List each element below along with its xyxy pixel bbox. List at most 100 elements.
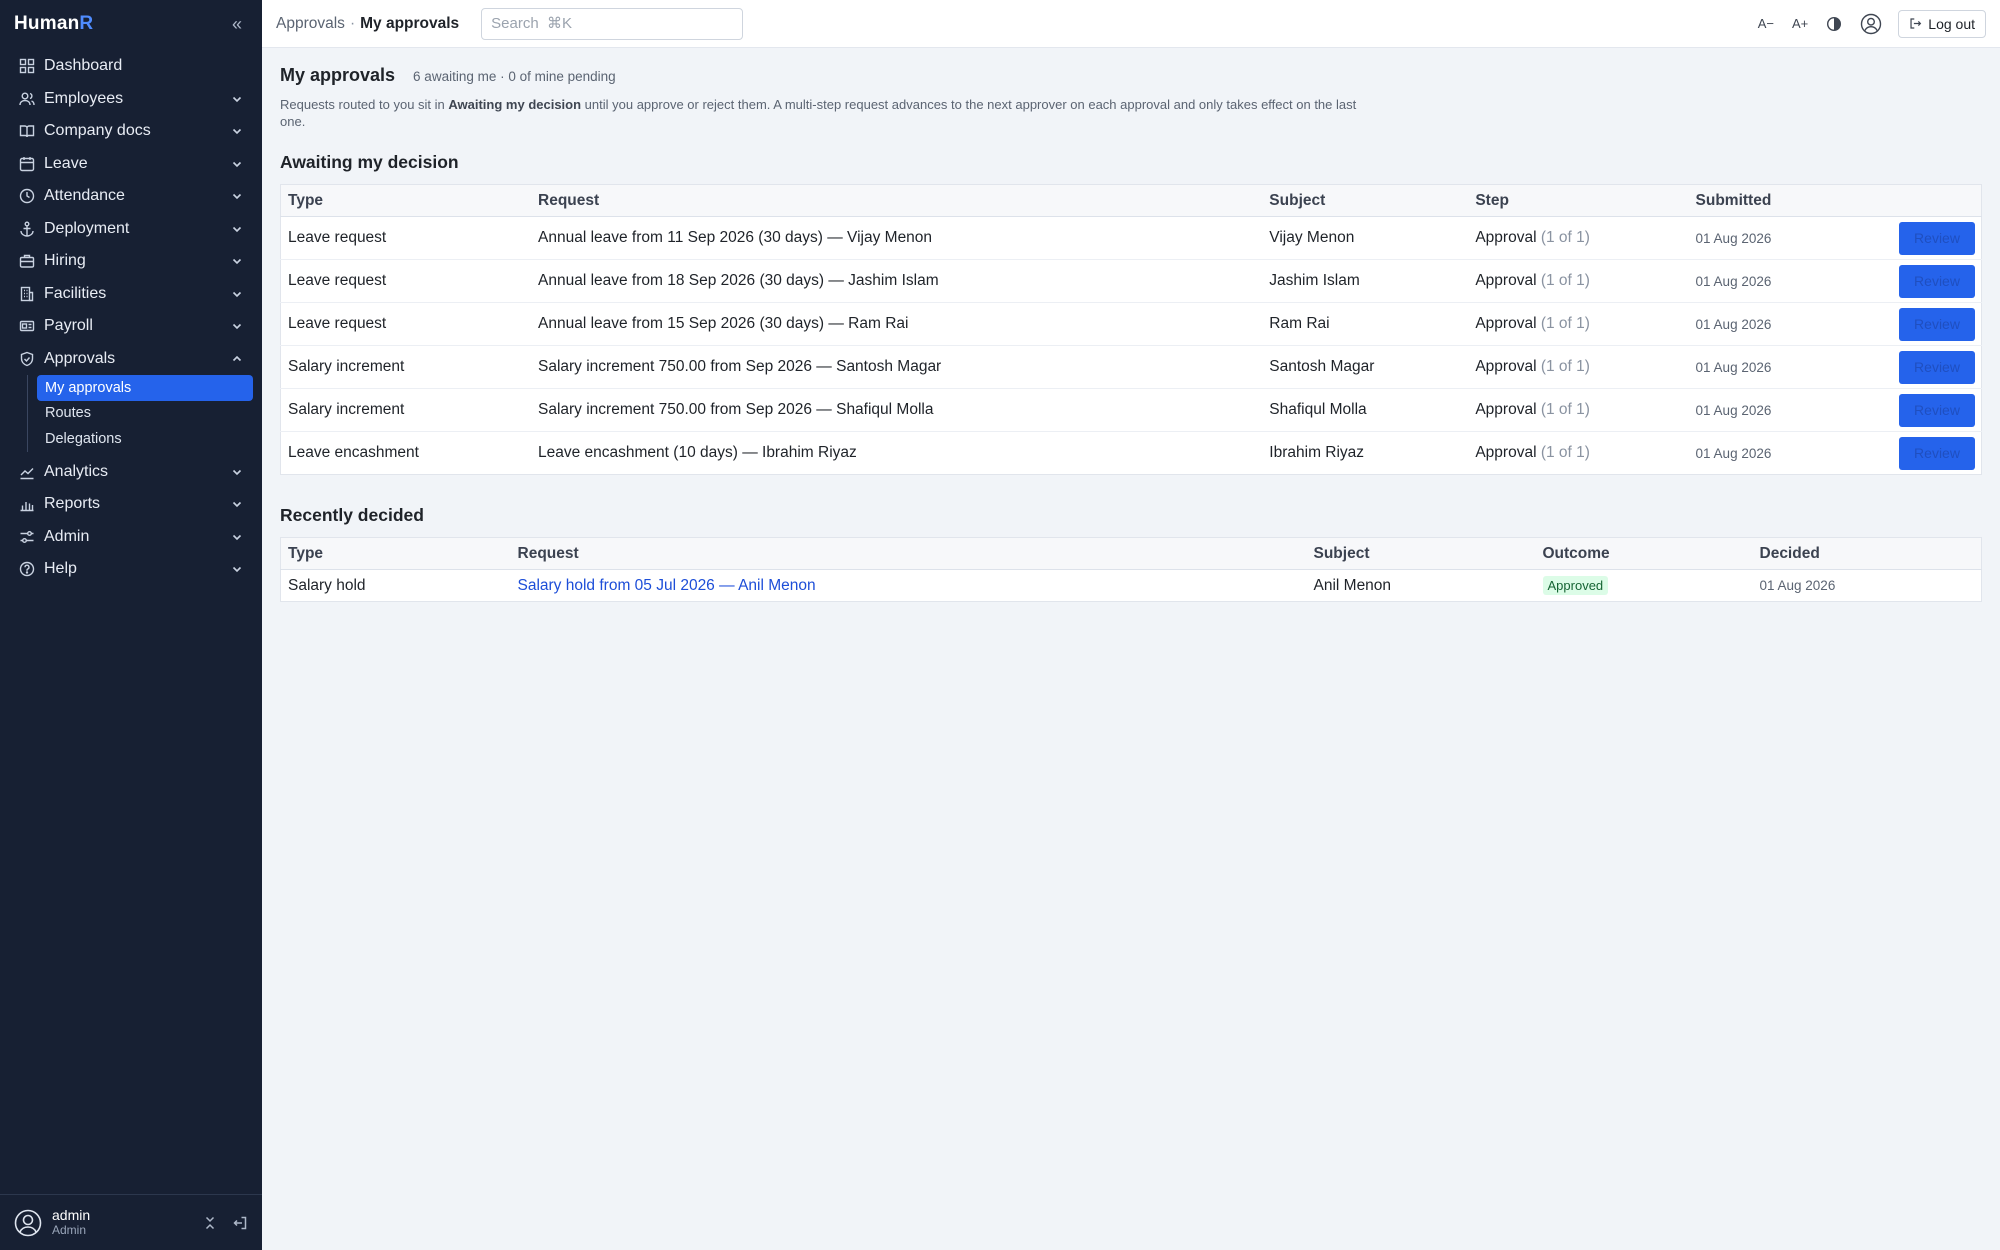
recent-table: Type Request Subject Outcome Decided Sal…	[280, 537, 1982, 602]
cell-request: Annual leave from 11 Sep 2026 (30 days) …	[531, 216, 1263, 260]
cell-decided: 01 Aug 2026	[1759, 578, 1836, 593]
sidebar-item-employees[interactable]: Employees	[0, 83, 262, 116]
status-badge: Approved	[1542, 576, 1609, 595]
cell-action: Review	[1890, 216, 1982, 260]
chevron-down-icon	[230, 254, 244, 268]
review-button[interactable]: Review	[1899, 436, 1975, 470]
payroll-icon	[18, 318, 35, 335]
topbar: Approvals · My approvals A− A+ Log out	[262, 0, 2000, 48]
user-profile-icon[interactable]	[1860, 13, 1882, 35]
chevron-down-icon	[230, 92, 244, 106]
table-row[interactable]: Salary increment Salary increment 750.00…	[280, 345, 1982, 389]
cell-submitted: 01 Aug 2026	[1688, 259, 1891, 303]
table-row[interactable]: Leave request Annual leave from 15 Sep 2…	[280, 302, 1982, 346]
sidebar-item-label: Dashboard	[44, 57, 123, 75]
user-meta: admin Admin	[52, 1207, 188, 1238]
review-button[interactable]: Review	[1899, 393, 1975, 427]
step-progress: (1 of 1)	[1540, 315, 1590, 332]
search-input[interactable]	[481, 7, 744, 40]
sidebar-subitem-routes[interactable]: Routes	[37, 401, 262, 427]
sidebar-item-hiring[interactable]: Hiring	[0, 245, 262, 278]
font-decrease-button[interactable]: A−	[1758, 16, 1774, 31]
sidebar-item-label: Leave	[44, 154, 88, 172]
request-link[interactable]: Salary hold from 05 Jul 2026 — Anil Meno…	[518, 577, 816, 594]
sidebar-item-attendance[interactable]: Attendance	[0, 180, 262, 213]
recent-section-title: Recently decided	[280, 505, 424, 525]
logout-label: Log out	[1928, 15, 1975, 32]
chevron-down-icon	[230, 222, 244, 236]
cell-action: Review	[1890, 345, 1982, 389]
step-label: Approval	[1475, 401, 1537, 418]
chevron-down-icon	[230, 319, 244, 333]
sidebar-item-label: Company docs	[44, 122, 151, 140]
user-role: Admin	[52, 1222, 87, 1237]
top-actions: A− A+ Log out	[1740, 9, 1986, 38]
sidebar-item-deployment[interactable]: Deployment	[0, 213, 262, 246]
chevron-down-icon	[230, 189, 244, 203]
sidebar-item-approvals[interactable]: Approvals	[0, 343, 262, 376]
sidebar-item-leave[interactable]: Leave	[0, 148, 262, 181]
avatar-icon[interactable]	[14, 1209, 42, 1237]
sidebar-item-reports[interactable]: Reports	[0, 488, 262, 521]
collapse-sidebar-icon[interactable]: «	[232, 14, 242, 35]
table-row[interactable]: Leave encashment Leave encashment (10 da…	[281, 432, 1982, 475]
review-button[interactable]: Review	[1899, 350, 1975, 384]
review-button[interactable]: Review	[1899, 264, 1975, 298]
cell-submitted: 01 Aug 2026	[1688, 302, 1891, 346]
sidebar-item-payroll[interactable]: Payroll	[0, 310, 262, 343]
cell-request: Salary increment 750.00 from Sep 2026 — …	[531, 345, 1263, 389]
sidebar-item-admin[interactable]: Admin	[0, 521, 262, 554]
brand-name: Human	[14, 13, 80, 34]
users-icon	[18, 90, 35, 107]
logout-icon[interactable]	[232, 1215, 248, 1231]
table-row[interactable]: Salary hold Salary hold from 05 Jul 2026…	[281, 570, 1982, 602]
column-header-request: Request	[510, 537, 1307, 570]
chevron-down-icon	[230, 157, 244, 171]
sidebar-item-facilities[interactable]: Facilities	[0, 278, 262, 311]
cell-request: Leave encashment (10 days) — Ibrahim Riy…	[538, 444, 857, 461]
sidebar-item-help[interactable]: Help	[0, 553, 262, 586]
sidebar-item-label: Payroll	[44, 317, 93, 335]
breadcrumb-parent[interactable]: Approvals	[276, 15, 345, 33]
cell-type: Leave encashment	[288, 444, 419, 461]
step-progress: (1 of 1)	[1540, 401, 1590, 418]
cell-action: Review	[1890, 388, 1982, 432]
table-row[interactable]: Leave request Annual leave from 11 Sep 2…	[280, 216, 1982, 260]
expand-collapse-icon[interactable]	[202, 1215, 218, 1231]
font-increase-button[interactable]: A+	[1792, 16, 1808, 31]
sidebar-subitem-delegations[interactable]: Delegations	[37, 426, 262, 452]
contrast-toggle-icon[interactable]	[1826, 16, 1842, 32]
sidebar-item-analytics[interactable]: Analytics	[0, 456, 262, 489]
logout-button[interactable]: Log out	[1898, 9, 1986, 38]
calendar-icon	[18, 155, 35, 172]
table-row[interactable]: Salary increment Salary increment 750.00…	[280, 388, 1982, 432]
column-header-submitted: Submitted	[1688, 184, 1891, 217]
review-button[interactable]: Review	[1899, 307, 1975, 341]
sidebar-item-dashboard[interactable]: Dashboard	[0, 50, 262, 83]
column-header-decided: Decided	[1752, 537, 1982, 570]
sidebar-item-label: Deployment	[44, 219, 130, 237]
cell-step: Approval (1 of 1)	[1468, 259, 1689, 303]
anchor-icon	[18, 220, 35, 237]
sidebar-item-label: Facilities	[44, 284, 107, 302]
brand-logo[interactable]: HumanR	[14, 13, 93, 35]
column-header-action	[1890, 184, 1982, 217]
cell-type: Leave request	[280, 259, 531, 303]
grid-icon	[18, 58, 35, 75]
column-header-step: Step	[1468, 184, 1689, 217]
table-header-row: Type Request Subject Step Submitted	[280, 184, 1982, 217]
table-row[interactable]: Leave request Annual leave from 18 Sep 2…	[280, 259, 1982, 303]
brand-accent: R	[79, 13, 94, 34]
cell-request: Salary hold from 05 Jul 2026 — Anil Meno…	[511, 570, 1307, 602]
cell-action: Review	[1891, 432, 1982, 475]
cell-subject: Ibrahim Riyaz	[1269, 444, 1365, 461]
column-header-type: Type	[280, 184, 531, 217]
awaiting-section-title: Awaiting my decision	[280, 152, 459, 172]
sidebar-item-company-docs[interactable]: Company docs	[0, 115, 262, 148]
cell-subject: Anil Menon	[1313, 576, 1392, 594]
review-button[interactable]: Review	[1899, 221, 1975, 255]
sidebar-subitem-my-approvals[interactable]: My approvals	[37, 375, 253, 401]
column-header-subject: Subject	[1306, 537, 1536, 570]
cell-submitted: 01 Aug 2026	[1695, 445, 1772, 461]
sidebar-item-label: Approvals	[44, 349, 116, 367]
